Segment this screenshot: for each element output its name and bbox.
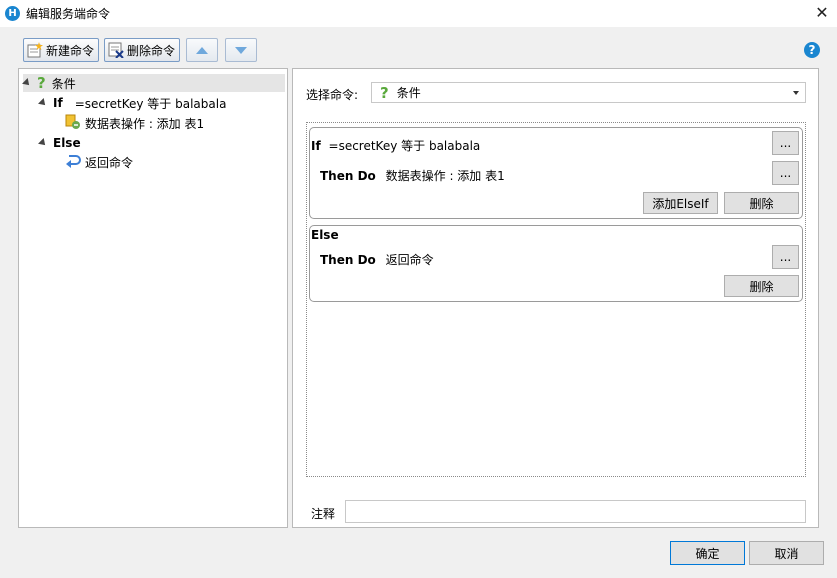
edit-else-then-button[interactable]: ... xyxy=(772,245,799,269)
collapse-arrow-icon xyxy=(38,98,48,108)
else-then-value: 返回命令 xyxy=(385,253,434,267)
delete-command-button[interactable]: 删除命令 xyxy=(104,38,180,62)
if-then-value: 数据表操作 : 添加 表1 xyxy=(385,169,505,183)
else-keyword: Else xyxy=(53,136,81,150)
window-title: 编辑服务端命令 xyxy=(26,7,111,21)
tree-node-label: 条件 xyxy=(51,76,76,91)
if-then-row: Then Do 数据表操作 : 添加 表1 xyxy=(320,167,505,184)
new-command-label: 新建命令 xyxy=(46,43,95,58)
if-row: If =secretKey 等于 balabala xyxy=(311,137,480,154)
tree-node-label: 数据表操作 : 添加 表1 xyxy=(85,116,205,131)
ok-button[interactable]: 确定 xyxy=(670,541,745,565)
close-icon[interactable]: ✕ xyxy=(807,0,837,27)
cancel-button[interactable]: 取消 xyxy=(749,541,824,565)
chevron-down-icon xyxy=(793,91,799,95)
if-keyword: If xyxy=(53,96,63,110)
new-command-button[interactable]: 新建命令 xyxy=(23,38,99,62)
collapse-arrow-icon xyxy=(38,138,48,148)
arrow-down-icon xyxy=(235,46,247,54)
then-do-keyword: Then Do xyxy=(320,253,376,267)
select-command-label: 选择命令: xyxy=(306,88,359,102)
command-tree[interactable]: ? 条件 If =secretKey 等于 balabala 数据表操作 : 添… xyxy=(18,68,288,528)
add-elseif-button[interactable]: 添加ElseIf xyxy=(643,192,718,214)
tree-node-return[interactable]: 返回命令 xyxy=(65,153,133,171)
else-then-row: Then Do 返回命令 xyxy=(320,251,434,268)
question-mark-icon: ? xyxy=(380,83,389,102)
new-command-icon xyxy=(27,42,43,58)
tree-node-condition[interactable]: ? 条件 xyxy=(22,74,285,92)
collapse-arrow-icon xyxy=(22,78,32,88)
delete-else-button[interactable]: 删除 xyxy=(724,275,799,297)
select-value: 条件 xyxy=(396,86,421,100)
move-down-button[interactable] xyxy=(225,38,257,62)
move-up-button[interactable] xyxy=(186,38,218,62)
table-operation-icon xyxy=(65,114,81,133)
delete-if-button[interactable]: 删除 xyxy=(724,192,799,214)
note-label: 注释 xyxy=(311,507,336,521)
if-keyword: If xyxy=(311,139,321,153)
tree-node-else[interactable]: Else xyxy=(38,134,81,152)
arrow-up-icon xyxy=(196,46,208,54)
then-do-keyword: Then Do xyxy=(320,169,376,183)
tree-node-if[interactable]: If =secretKey 等于 balabala xyxy=(38,94,227,112)
title-bar: H 编辑服务端命令 ✕ xyxy=(0,0,837,27)
tree-node-label: 返回命令 xyxy=(85,155,134,170)
note-input[interactable] xyxy=(345,500,806,523)
edit-condition-button[interactable]: ... xyxy=(772,131,799,155)
app-logo-icon: H xyxy=(5,6,20,21)
edit-then-button[interactable]: ... xyxy=(772,161,799,185)
if-condition-text: =secretKey 等于 balabala xyxy=(328,139,481,153)
tree-node-table-operation[interactable]: 数据表操作 : 添加 表1 xyxy=(65,114,204,132)
else-keyword: Else xyxy=(311,228,339,242)
help-icon[interactable]: ? xyxy=(804,42,820,58)
delete-command-icon xyxy=(108,42,124,59)
command-select[interactable]: ? 条件 xyxy=(371,82,806,103)
question-mark-icon: ? xyxy=(37,74,46,92)
return-icon xyxy=(65,153,81,172)
delete-command-label: 删除命令 xyxy=(127,43,176,58)
if-condition-text: =secretKey 等于 balabala xyxy=(74,96,227,111)
